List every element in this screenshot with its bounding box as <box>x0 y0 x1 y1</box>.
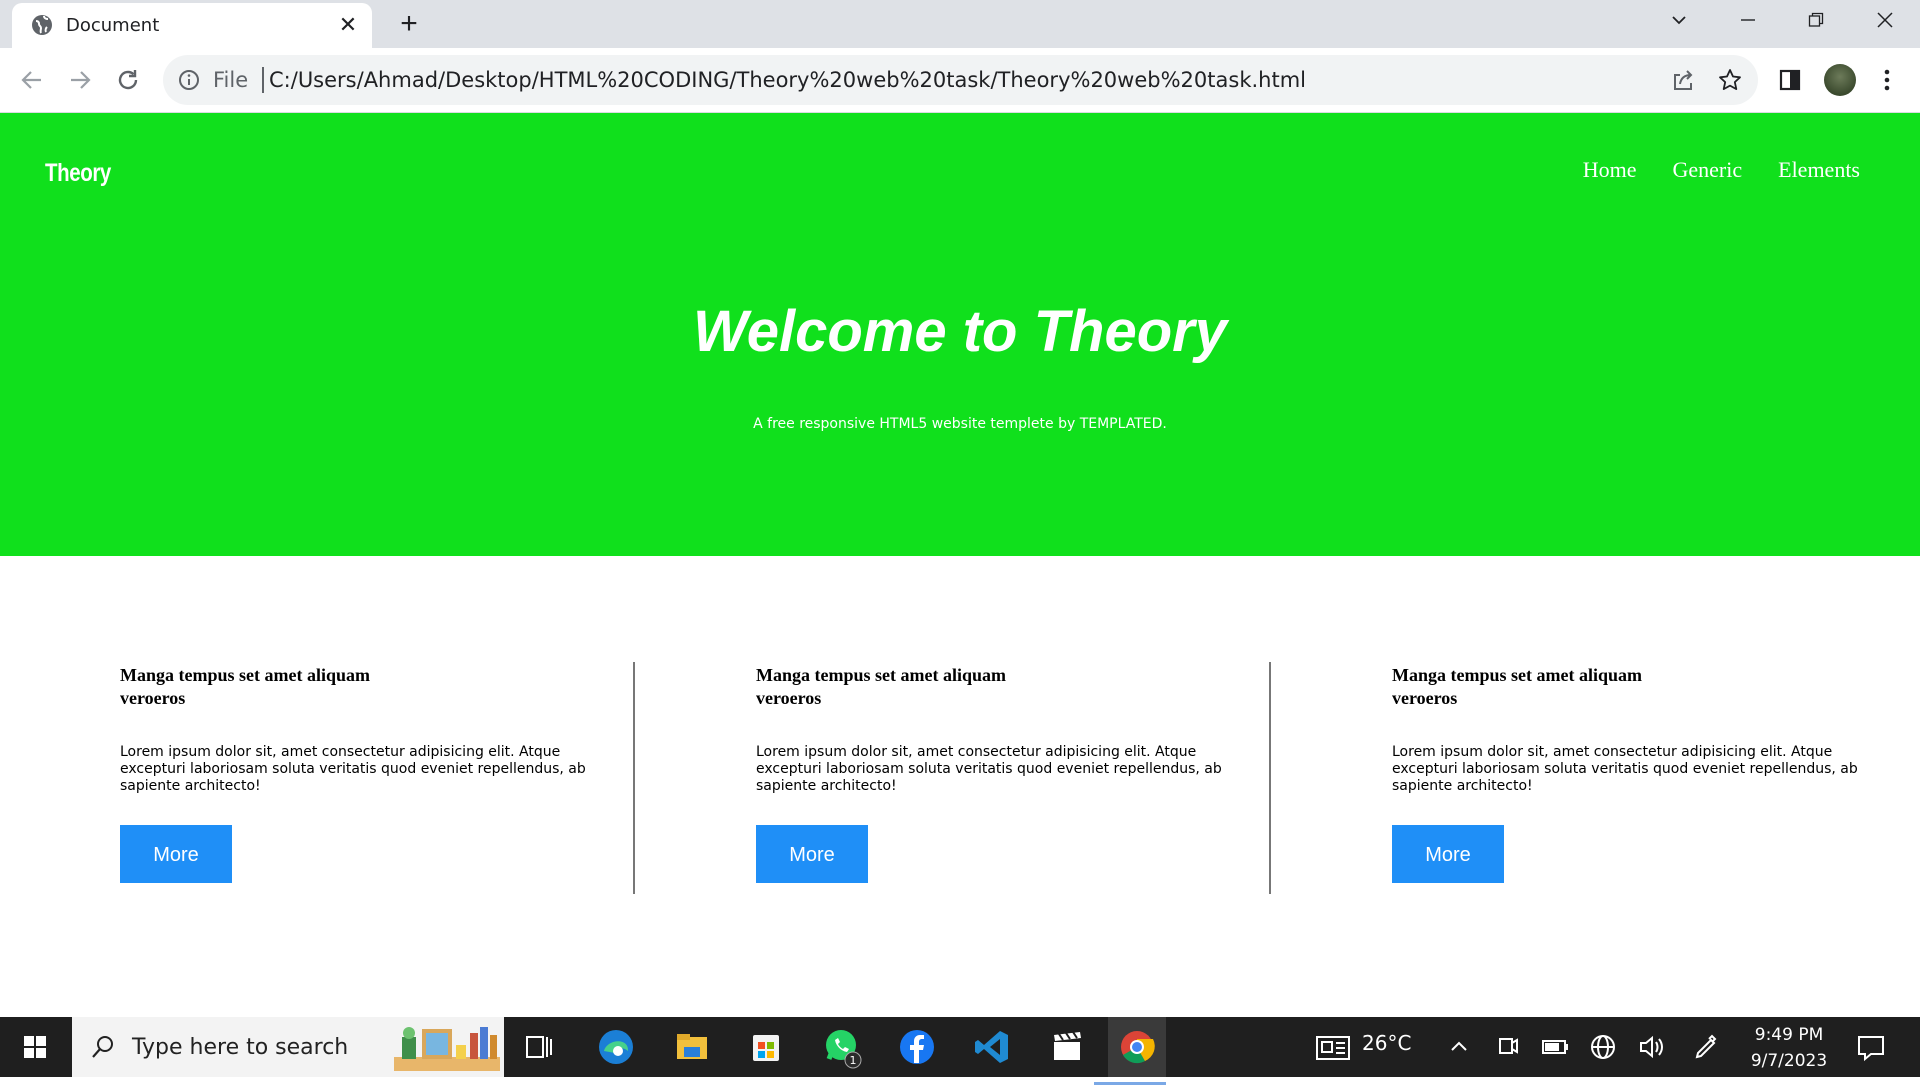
weather-news-icon[interactable] <box>1312 1025 1356 1069</box>
more-button[interactable]: More <box>1392 825 1504 883</box>
facebook-icon[interactable] <box>895 1025 939 1069</box>
browser-tab[interactable]: Document ✕ <box>12 3 372 48</box>
close-window-icon[interactable] <box>1857 0 1913 40</box>
features-section: Manga tempus set amet aliquam veroeros L… <box>0 556 1920 1016</box>
feature-card: Manga tempus set amet aliquam veroeros L… <box>120 664 620 883</box>
feature-text: Lorem ipsum dolor sit, amet consectetur … <box>120 744 586 794</box>
chrome-icon <box>1121 1031 1155 1064</box>
feature-text: Lorem ipsum dolor sit, amet consectetur … <box>756 744 1222 794</box>
meet-now-icon[interactable] <box>1486 1025 1530 1069</box>
volume-icon[interactable] <box>1629 1025 1673 1069</box>
new-tab-button[interactable]: + <box>392 8 426 42</box>
feature-card: Manga tempus set amet aliquam veroeros L… <box>1392 664 1892 883</box>
address-separator <box>262 67 264 93</box>
more-button[interactable]: More <box>120 825 232 883</box>
close-tab-icon[interactable]: ✕ <box>334 11 362 39</box>
tab-strip: Document ✕ + <box>0 0 1920 48</box>
back-icon[interactable] <box>14 62 50 98</box>
nav-link-home[interactable]: Home <box>1583 157 1637 183</box>
whatsapp-icon[interactable]: 1 <box>820 1025 864 1069</box>
site-nav: Home Generic Elements <box>1583 157 1860 183</box>
chevron-up-icon[interactable] <box>1437 1025 1481 1069</box>
feature-title: Manga tempus set amet aliquam veroeros <box>120 665 370 708</box>
globe-icon <box>32 15 52 35</box>
chrome-taskbar-button[interactable] <box>1094 1017 1166 1085</box>
clock-date: 9/7/2023 <box>1750 1051 1828 1071</box>
file-explorer-icon[interactable] <box>670 1025 714 1069</box>
network-globe-icon[interactable] <box>1581 1025 1625 1069</box>
search-highlight-illustration-icon <box>394 1027 500 1071</box>
feature-text: Lorem ipsum dolor sit, amet consectetur … <box>1392 744 1858 794</box>
feature-title: Manga tempus set amet aliquam veroeros <box>756 665 1006 708</box>
browser-toolbar: File C:/Users/Ahmad/Desktop/HTML%20CODIN… <box>0 48 1920 113</box>
feature-card: Manga tempus set amet aliquam veroeros L… <box>756 664 1256 883</box>
store-icon[interactable] <box>744 1025 788 1069</box>
notifications-icon[interactable] <box>1849 1025 1893 1069</box>
battery-icon[interactable] <box>1533 1025 1577 1069</box>
menu-kebab-icon[interactable] <box>1873 66 1901 94</box>
pen-ink-icon[interactable] <box>1683 1025 1727 1069</box>
minimize-icon[interactable] <box>1720 0 1776 40</box>
feature-title: Manga tempus set amet aliquam veroeros <box>1392 665 1642 708</box>
hero-title: Welcome to Theory <box>693 299 1227 364</box>
forward-icon[interactable] <box>62 62 98 98</box>
taskbar-search-box[interactable]: Type here to search <box>72 1017 504 1077</box>
site-logo[interactable]: Theory <box>45 159 111 188</box>
address-scheme-label: File <box>213 68 249 92</box>
address-bar[interactable]: File C:/Users/Ahmad/Desktop/HTML%20CODIN… <box>163 55 1758 105</box>
reload-icon[interactable] <box>110 62 146 98</box>
more-button[interactable]: More <box>756 825 868 883</box>
windows-start-icon[interactable] <box>0 1017 72 1077</box>
side-panel-icon[interactable] <box>1776 66 1804 94</box>
tab-search-icon[interactable] <box>1651 0 1707 40</box>
clapper-icon[interactable] <box>1045 1025 1089 1069</box>
search-placeholder: Type here to search <box>132 1035 349 1060</box>
share-icon[interactable] <box>1670 67 1696 93</box>
address-url[interactable]: C:/Users/Ahmad/Desktop/HTML%20CODING/The… <box>269 68 1306 92</box>
clock-time: 9:49 PM <box>1754 1025 1824 1045</box>
search-icon <box>92 1036 113 1058</box>
vscode-icon[interactable] <box>970 1025 1014 1069</box>
column-divider <box>1269 662 1271 894</box>
profile-avatar[interactable] <box>1824 64 1856 96</box>
system-clock[interactable]: 9:49 PM 9/7/2023 <box>1745 1022 1833 1074</box>
tab-title: Document <box>66 15 160 36</box>
info-icon[interactable] <box>177 68 201 92</box>
hero-banner: Theory Home Generic Elements Welcome to … <box>0 113 1920 556</box>
edge-icon[interactable] <box>594 1025 638 1069</box>
weather-temperature[interactable]: 26°C <box>1362 1031 1411 1055</box>
bookmark-star-icon[interactable] <box>1717 67 1743 93</box>
taskbar: Type here to search 1 26°C 9:49 PM 9/7/2… <box>0 1017 1920 1085</box>
column-divider <box>633 662 635 894</box>
nav-link-elements[interactable]: Elements <box>1778 157 1860 183</box>
restore-icon[interactable] <box>1788 0 1844 40</box>
nav-link-generic[interactable]: Generic <box>1673 157 1743 183</box>
task-view-icon[interactable] <box>517 1025 561 1069</box>
whatsapp-badge: 1 <box>850 1054 857 1067</box>
hero-subtitle: A free responsive HTML5 website templete… <box>753 416 1167 432</box>
